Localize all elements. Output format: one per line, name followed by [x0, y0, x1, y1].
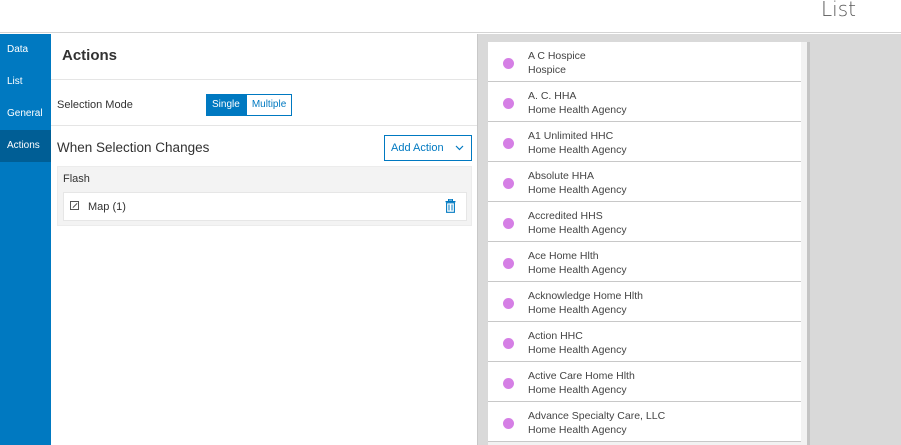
point-symbol-icon	[503, 98, 514, 109]
list-item-name: Absolute HHA	[528, 170, 594, 182]
list-item-type: Home Health Agency	[528, 224, 627, 236]
list-item[interactable]: Active Care Home Hlth Home Health Agency	[488, 362, 801, 402]
point-symbol-icon	[503, 338, 514, 349]
map-widget-icon	[70, 201, 79, 210]
tab-data[interactable]: Data	[0, 34, 51, 66]
point-symbol-icon	[503, 298, 514, 309]
single-mode-button[interactable]: Single	[206, 94, 246, 116]
action-target-label: Map (1)	[88, 201, 126, 213]
divider	[51, 125, 477, 126]
when-selection-changes-heading: When Selection Changes	[57, 140, 210, 155]
point-symbol-icon	[503, 58, 514, 69]
point-symbol-icon	[503, 138, 514, 149]
list-item[interactable]: A. C. HHA Home Health Agency	[488, 82, 801, 122]
trash-icon[interactable]	[445, 198, 456, 213]
list-item-name: A1 Unlimited HHC	[528, 130, 614, 142]
selection-mode-label: Selection Mode	[57, 99, 133, 111]
list-item-type: Home Health Agency	[528, 184, 627, 196]
point-symbol-icon	[503, 258, 514, 269]
list-item-name: Accredited HHS	[528, 210, 603, 222]
add-action-button[interactable]: Add Action	[384, 135, 472, 161]
chevron-down-icon	[455, 136, 464, 170]
add-action-label: Add Action	[391, 142, 444, 154]
list-item-type: Hospice	[528, 64, 566, 76]
list-item-type: Home Health Agency	[528, 104, 627, 116]
settings-tabs: Data List General Actions	[0, 34, 51, 445]
list-item-type: Home Health Agency	[528, 264, 627, 276]
point-symbol-icon	[503, 218, 514, 229]
list-item-type: Home Health Agency	[528, 384, 627, 396]
list-item[interactable]: Action HHC Home Health Agency	[488, 322, 801, 362]
divider	[51, 79, 477, 80]
multiple-mode-button[interactable]: Multiple	[245, 94, 293, 116]
point-symbol-icon	[503, 178, 514, 189]
list-item[interactable]: Advance Specialty Care, LLC Home Health A…	[488, 402, 801, 442]
tab-actions[interactable]: Actions	[0, 130, 51, 162]
list-item-name: Advance Specialty Care, LLC	[528, 410, 666, 422]
list-item-type: Home Health Agency	[528, 304, 627, 316]
list-item-name: Ace Home Hlth	[528, 250, 599, 262]
widget-title: List	[821, 0, 856, 21]
list-item[interactable]: A1 Unlimited HHC Home Health Agency	[488, 122, 801, 162]
action-name: Flash	[63, 173, 90, 185]
list-item-type: Home Health Agency	[528, 144, 627, 156]
list-item-name: Active Care Home Hlth	[528, 370, 635, 382]
tab-general[interactable]: General	[0, 98, 51, 130]
panel-title: Actions	[62, 47, 118, 64]
list-item[interactable]: A C Hospice Hospice	[488, 42, 801, 82]
list-widget: A C Hospice Hospice A. C. HHA Home Health A…	[488, 42, 807, 445]
tab-list[interactable]: List	[0, 66, 51, 98]
actions-panel: Actions Selection Mode Single Multiple W…	[51, 34, 477, 445]
list-item-name: Action HHC	[528, 330, 583, 342]
list-item[interactable]: Acknowledge Home Hlth Home Health Agency	[488, 282, 801, 322]
selection-mode-toggle: Single Multiple	[206, 94, 293, 116]
action-target-row[interactable]: Map (1)	[63, 192, 467, 221]
list-item[interactable]: Absolute HHA Home Health Agency	[488, 162, 801, 202]
point-symbol-icon	[503, 418, 514, 429]
list-item-name: Acknowledge Home Hlth	[528, 290, 643, 302]
list-item[interactable]: Accredited HHS Home Health Agency	[488, 202, 801, 242]
app-header: List	[0, 0, 901, 33]
list-item-name: A C Hospice	[528, 50, 586, 62]
list-item-type: Home Health Agency	[528, 424, 627, 436]
point-symbol-icon	[503, 378, 514, 389]
action-card-flash: Flash Map (1)	[57, 166, 472, 226]
list-item-name: A. C. HHA	[528, 90, 577, 102]
list-item[interactable]: Ace Home Hlth Home Health Agency	[488, 242, 801, 282]
list-item-type: Home Health Agency	[528, 344, 627, 356]
